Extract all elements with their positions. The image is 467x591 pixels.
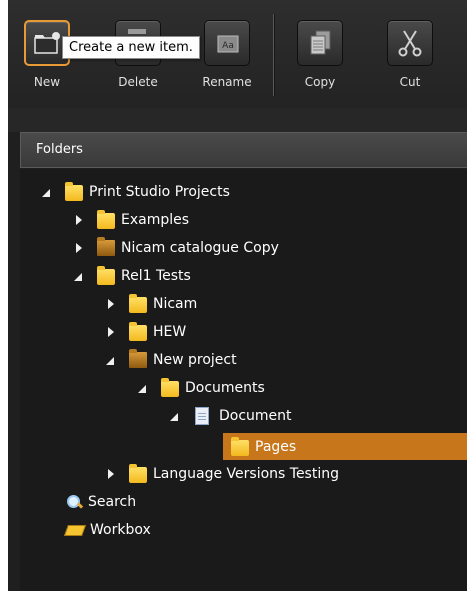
tree-item-label: Rel1 Tests [121, 268, 191, 284]
folder-icon [97, 266, 115, 285]
workbox-item[interactable]: Workbox [66, 519, 151, 541]
folder-icon [129, 464, 147, 483]
tree-item-rel1-tests[interactable]: Rel1 Tests [73, 265, 191, 287]
folder-icon [129, 294, 147, 313]
tree-item-nicam-catalogue-copy[interactable]: Nicam catalogue Copy [73, 237, 279, 259]
delete-button-label: Delete [118, 75, 158, 89]
tree-item-pages[interactable]: Pages [223, 433, 467, 460]
folders-panel: Folders Print Studio Projects Examples N… [8, 132, 467, 591]
search-item[interactable]: Search [66, 491, 136, 513]
cut-button-label: Cut [399, 75, 421, 89]
new-button-label: New [33, 75, 61, 89]
tree-item-nicam[interactable]: Nicam [105, 293, 197, 315]
rename-icon: Aa [204, 20, 250, 66]
tree-item-label: Documents [185, 380, 265, 396]
tree-item-label: Examples [121, 212, 190, 228]
folder-icon [161, 378, 179, 397]
tree-item-new-project[interactable]: New project [105, 349, 237, 371]
tree-item-document[interactable]: Document [169, 405, 292, 427]
cut-button[interactable]: Cut [383, 20, 437, 90]
tree-item-label: Language Versions Testing [153, 466, 339, 482]
panel-title: Folders [20, 132, 467, 168]
rename-button[interactable]: Aa Rename [200, 20, 254, 90]
toolbar-panel-gap [8, 108, 467, 132]
svg-text:Aa: Aa [222, 41, 234, 51]
document-icon [195, 407, 209, 425]
tree-item-label: Print Studio Projects [89, 184, 230, 200]
expand-arrow-icon[interactable] [105, 463, 117, 485]
tree-item-label: Document [219, 408, 292, 424]
project-folder-icon [97, 237, 115, 256]
copy-button-label: Copy [304, 75, 336, 89]
collapse-arrow-icon[interactable] [169, 405, 181, 427]
expand-arrow-icon[interactable] [105, 321, 117, 343]
collapse-arrow-icon[interactable] [73, 265, 85, 287]
collapse-arrow-icon[interactable] [137, 377, 149, 399]
search-item-label: Search [88, 494, 137, 510]
folder-icon [231, 436, 249, 456]
workbox-item-label: Workbox [90, 522, 151, 538]
folder-icon [97, 210, 115, 229]
expand-arrow-icon[interactable] [73, 237, 85, 259]
folder-tree: Print Studio Projects Examples Nicam cat… [20, 169, 467, 591]
tree-item-label: Pages [255, 438, 297, 455]
tree-item-label: New project [153, 352, 237, 368]
rename-button-label: Rename [202, 75, 252, 89]
tree-item-label: Nicam [153, 296, 198, 312]
toolbar-separator [273, 14, 274, 96]
search-icon [66, 494, 82, 510]
tree-item-hew[interactable]: HEW [105, 321, 186, 343]
copy-button[interactable]: Copy [293, 20, 347, 90]
tree-item-print-studio-projects[interactable]: Print Studio Projects [41, 181, 230, 203]
scissors-icon [387, 20, 433, 66]
tree-item-language-versions-testing[interactable]: Language Versions Testing [105, 463, 339, 485]
expand-arrow-icon[interactable] [105, 293, 117, 315]
workbox-icon [66, 523, 84, 537]
tooltip: Create a new item. [62, 36, 200, 59]
expand-arrow-icon[interactable] [73, 209, 85, 231]
collapse-arrow-icon[interactable] [105, 349, 117, 371]
tree-item-examples[interactable]: Examples [73, 209, 189, 231]
collapse-arrow-icon[interactable] [41, 181, 53, 203]
folder-icon [65, 182, 83, 201]
copy-icon [297, 20, 343, 66]
tree-item-label: Nicam catalogue Copy [121, 240, 279, 256]
tree-item-documents[interactable]: Documents [137, 377, 265, 399]
project-folder-icon [129, 349, 147, 368]
folder-icon [129, 322, 147, 341]
tree-item-label: HEW [153, 324, 187, 340]
